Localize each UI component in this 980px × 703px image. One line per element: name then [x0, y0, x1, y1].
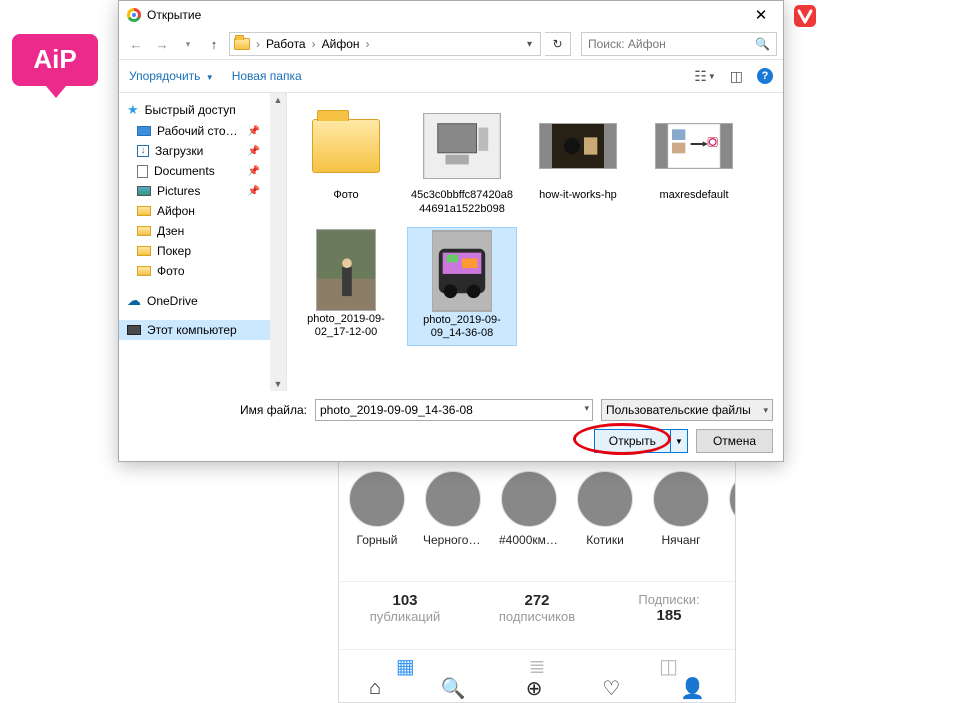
titlebar: Открытие ✕ — [119, 1, 783, 29]
heart-icon[interactable]: ♡ — [602, 676, 620, 701]
help-button[interactable]: ? — [757, 68, 773, 84]
file-item[interactable]: maxresdefault — [639, 103, 749, 221]
chrome-icon — [127, 8, 141, 22]
ig-highlight[interactable]: Са… — [727, 471, 735, 547]
chevron-down-icon: ▼ — [206, 73, 214, 82]
onedrive-icon: ☁ — [127, 292, 141, 309]
svg-text:AiP: AiP — [33, 44, 76, 74]
ig-stat-followers[interactable]: 272подписчиков — [471, 592, 603, 624]
image-thumb — [432, 230, 492, 312]
file-grid[interactable]: Фото 45c3c0bbffc87420a844691a1522b098 ho… — [287, 93, 783, 391]
cancel-button[interactable]: Отмена — [696, 429, 773, 453]
desktop-icon — [137, 126, 151, 136]
organize-menu[interactable]: Упорядочить ▼ — [129, 69, 214, 83]
chevron-down-icon: ▾ — [763, 405, 768, 416]
close-button[interactable]: ✕ — [741, 1, 781, 29]
file-item[interactable]: how-it-works-hp — [523, 103, 633, 221]
search-input[interactable]: Поиск: Айфон 🔍 — [581, 32, 777, 56]
open-dropdown[interactable]: ▼ — [671, 437, 687, 446]
file-item-selected[interactable]: photo_2019-09-09_14-36-08 — [407, 227, 517, 347]
file-item[interactable]: photo_2019-09-02_17-12-00 — [291, 227, 401, 347]
file-open-dialog: Открытие ✕ ← → ▾ ↑ › Работа › Айфон › ▾ … — [118, 0, 784, 462]
dialog-footer: Имя файла: ▾ Пользовательские файлы ▾ От… — [119, 391, 783, 463]
search-icon: 🔍 — [755, 37, 770, 51]
filename-label: Имя файла: — [240, 403, 307, 417]
sidebar-scrollbar[interactable]: ▲▼ — [270, 93, 286, 391]
sidebar-item-folder[interactable]: Фото — [119, 261, 286, 281]
new-folder-button[interactable]: Новая папка — [232, 69, 302, 83]
pictures-icon — [137, 186, 151, 196]
sidebar-onedrive[interactable]: ☁OneDrive — [119, 289, 286, 312]
star-icon: ★ — [127, 102, 139, 118]
folder-icon — [137, 206, 151, 216]
sidebar-item-folder[interactable]: Покер — [119, 241, 286, 261]
sidebar-item-folder[interactable]: Айфон — [119, 201, 286, 221]
add-icon[interactable]: ⊕ — [526, 676, 543, 701]
refresh-button[interactable]: ↻ — [545, 32, 571, 56]
pc-icon — [127, 325, 141, 335]
sidebar-item-folder[interactable]: Дзен — [119, 221, 286, 241]
dialog-title: Открытие — [147, 8, 201, 22]
ig-highlight[interactable]: Черногор… — [423, 471, 483, 547]
image-thumb — [655, 123, 733, 169]
view-mode-button[interactable]: ☷ ▼ — [694, 68, 715, 85]
chevron-right-icon: › — [366, 37, 370, 51]
nav-forward: → — [151, 33, 173, 55]
chevron-down-icon[interactable]: ▾ — [523, 39, 536, 50]
nav-recent-dropdown[interactable]: ▾ — [177, 33, 199, 55]
downloads-icon — [137, 145, 149, 157]
preview-pane-button[interactable]: ◫ — [730, 68, 743, 85]
sidebar: ★Быстрый доступ Рабочий сто…📌 Загрузки📌 … — [119, 93, 287, 391]
profile-icon[interactable]: 👤 — [680, 676, 705, 701]
chevron-right-icon: › — [256, 37, 260, 51]
folder-icon — [137, 246, 151, 256]
sidebar-item-desktop[interactable]: Рабочий сто…📌 — [119, 121, 286, 141]
search-placeholder: Поиск: Айфон — [588, 37, 666, 51]
home-icon[interactable]: ⌂ — [369, 677, 381, 700]
ig-highlight[interactable]: Котики — [575, 471, 635, 547]
file-item-folder[interactable]: Фото — [291, 103, 401, 221]
file-type-filter[interactable]: Пользовательские файлы ▾ — [601, 399, 773, 421]
ig-highlight[interactable]: Нячанг — [651, 471, 711, 547]
aip-logo: AiP — [10, 28, 100, 105]
breadcrumb-item[interactable]: Работа — [266, 37, 306, 51]
ig-stat-posts[interactable]: 103публикаций — [339, 592, 471, 624]
vivaldi-icon — [793, 4, 817, 28]
filename-input[interactable] — [315, 399, 593, 421]
ig-highlight[interactable]: #4000кме… — [499, 471, 559, 547]
sidebar-this-pc[interactable]: Этот компьютер — [119, 320, 286, 340]
open-button[interactable]: Открыть ▼ — [594, 429, 688, 453]
sidebar-item-documents[interactable]: Documents📌 — [119, 161, 286, 181]
folder-icon — [137, 266, 151, 276]
toolbar: Упорядочить ▼ Новая папка ☷ ▼ ◫ ? — [119, 59, 783, 93]
pin-icon: 📌 — [248, 126, 260, 137]
ig-highlight[interactable]: Горный — [347, 471, 407, 547]
image-thumb — [423, 113, 501, 179]
documents-icon — [137, 165, 148, 178]
pin-icon: 📌 — [248, 166, 260, 177]
pin-icon: 📌 — [248, 186, 260, 197]
pin-icon: 📌 — [248, 146, 260, 157]
image-thumb — [539, 123, 617, 169]
ig-highlights[interactable]: Горный Черногор… #4000кме… Котики Нячанг… — [339, 471, 735, 547]
file-item[interactable]: 45c3c0bbffc87420a844691a1522b098 — [407, 103, 517, 221]
search-icon[interactable]: 🔍 — [441, 676, 466, 701]
folder-icon — [234, 38, 250, 50]
nav-up[interactable]: ↑ — [203, 33, 225, 55]
breadcrumb-item[interactable]: Айфон — [322, 37, 360, 51]
sidebar-quick-access[interactable]: ★Быстрый доступ — [119, 99, 286, 121]
chevron-right-icon: › — [312, 37, 316, 51]
nav-row: ← → ▾ ↑ › Работа › Айфон › ▾ ↻ Поиск: Ай… — [119, 29, 783, 59]
image-thumb — [316, 229, 376, 311]
ig-stat-following[interactable]: Подписки:185 — [603, 592, 735, 624]
sidebar-item-pictures[interactable]: Pictures📌 — [119, 181, 286, 201]
sidebar-item-downloads[interactable]: Загрузки📌 — [119, 141, 286, 161]
address-bar[interactable]: › Работа › Айфон › ▾ — [229, 32, 541, 56]
ig-stats: 103публикаций 272подписчиков Подписки:18… — [339, 581, 735, 638]
nav-back[interactable]: ← — [125, 33, 147, 55]
folder-icon — [312, 119, 380, 173]
folder-icon — [137, 226, 151, 236]
ig-nav: ⌂ 🔍 ⊕ ♡ 👤 — [339, 673, 735, 703]
